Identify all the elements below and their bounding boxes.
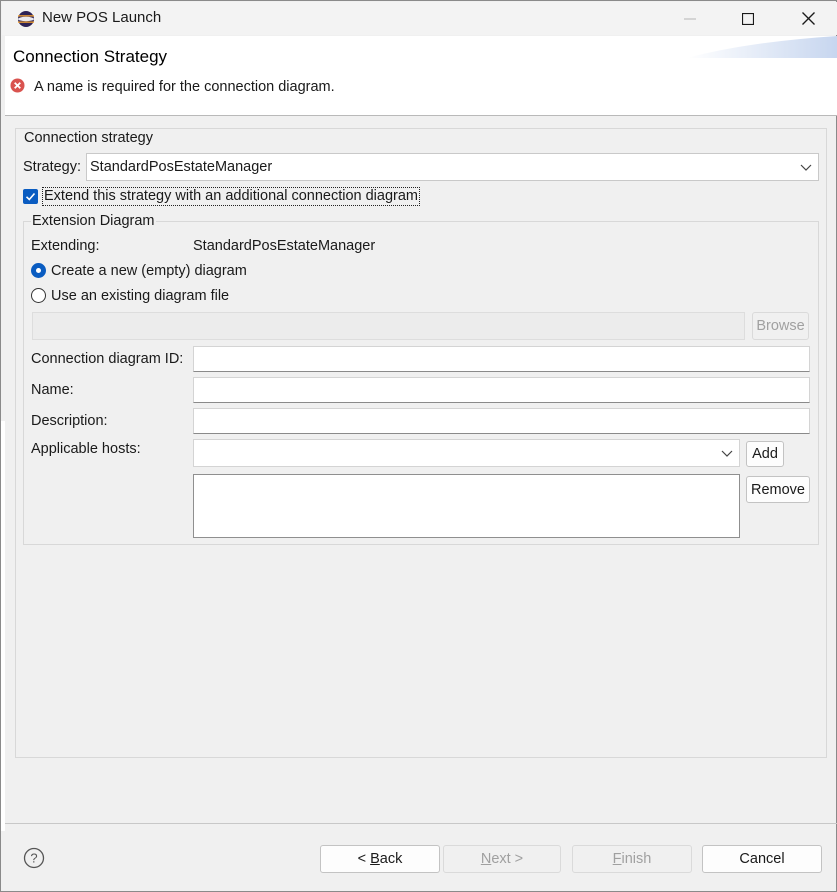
browse-button: Browse	[752, 312, 809, 340]
connection-strategy-group-title: Connection strategy	[23, 130, 154, 146]
maximize-button[interactable]	[719, 2, 777, 35]
chevron-down-icon	[800, 164, 812, 171]
wizard-header: Connection Strategy A name is required f…	[5, 36, 837, 116]
applicable-hosts-list[interactable]	[193, 474, 740, 538]
diagram-id-input[interactable]	[193, 346, 810, 372]
next-mnemonic: N	[480, 851, 492, 867]
extend-strategy-label[interactable]: Extend this strategy with an additional …	[42, 187, 420, 206]
applicable-hosts-label: Applicable hosts:	[31, 441, 141, 457]
error-icon	[10, 78, 25, 93]
applicable-hosts-dropdown[interactable]	[193, 439, 740, 467]
diagram-id-label: Connection diagram ID:	[31, 351, 184, 367]
create-new-diagram-radio[interactable]	[31, 263, 46, 278]
background-strip	[1, 421, 5, 831]
description-label: Description:	[31, 413, 108, 429]
minimize-button[interactable]	[661, 2, 719, 35]
next-rest: ext >	[491, 851, 524, 867]
strategy-label: Strategy:	[23, 159, 82, 175]
minimize-icon	[684, 18, 696, 19]
add-host-button[interactable]: Add	[746, 441, 784, 467]
back-rest: ack	[379, 851, 403, 867]
name-label: Name:	[31, 382, 74, 398]
name-input[interactable]	[193, 377, 810, 403]
cancel-button[interactable]: Cancel	[702, 845, 822, 873]
description-input[interactable]	[193, 408, 810, 434]
close-icon	[801, 12, 815, 25]
help-icon[interactable]: ?	[23, 847, 45, 869]
use-existing-diagram-label[interactable]: Use an existing diagram file	[51, 288, 229, 304]
footer-separator	[5, 823, 837, 824]
use-existing-diagram-radio[interactable]	[31, 288, 46, 303]
back-prefix: <	[357, 851, 371, 867]
header-banner-graphic	[687, 36, 837, 58]
extension-diagram-group-title: Extension Diagram	[31, 213, 156, 229]
window-title: New POS Launch	[42, 9, 162, 26]
extend-strategy-checkbox[interactable]	[23, 189, 38, 204]
chevron-down-icon	[721, 450, 733, 457]
title-bar: New POS Launch	[2, 2, 837, 35]
extending-value: StandardPosEstateManager	[193, 238, 376, 254]
finish-rest: inish	[621, 851, 652, 867]
page-title: Connection Strategy	[13, 47, 168, 66]
strategy-dropdown[interactable]: StandardPosEstateManager	[86, 153, 819, 181]
error-message: A name is required for the connection di…	[34, 79, 335, 95]
dialog-window: New POS Launch Connection Strategy A nam…	[0, 0, 837, 892]
close-button[interactable]	[779, 2, 837, 35]
next-button: Next >	[443, 845, 561, 873]
finish-mnemonic: F	[612, 851, 622, 867]
create-new-diagram-label[interactable]: Create a new (empty) diagram	[51, 263, 247, 279]
maximize-icon	[742, 12, 754, 25]
check-icon	[25, 192, 36, 201]
finish-button: Finish	[572, 845, 692, 873]
remove-host-button[interactable]: Remove	[746, 476, 810, 503]
app-icon	[18, 11, 34, 27]
strategy-value: StandardPosEstateManager	[90, 159, 273, 175]
back-button[interactable]: < Back	[320, 845, 440, 873]
diagram-file-path-input	[32, 312, 745, 340]
svg-text:?: ?	[30, 851, 37, 866]
back-mnemonic: B	[370, 851, 380, 867]
extending-label: Extending:	[31, 238, 100, 254]
